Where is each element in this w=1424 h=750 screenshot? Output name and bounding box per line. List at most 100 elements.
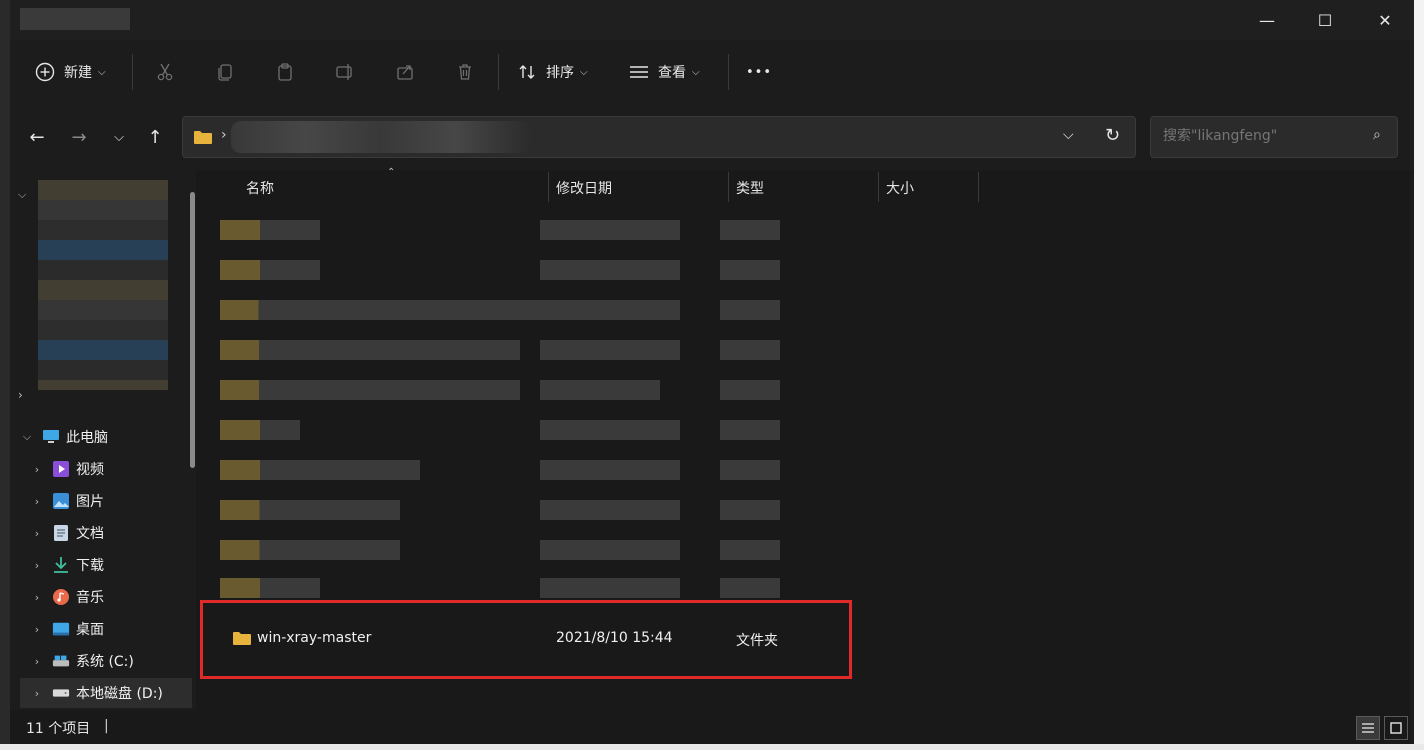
pinned-items-blurred	[38, 180, 168, 390]
view-lines-icon	[628, 61, 650, 83]
paste-button[interactable]	[270, 57, 300, 87]
sidebar-item-drive-d[interactable]: › 本地磁盘 (D:)	[20, 678, 192, 708]
command-bar: 新建 ⌵ 排序 ⌵ 查看 ⌵ •••	[10, 40, 1414, 104]
trash-icon	[459, 64, 471, 80]
arrow-up-icon: ↑	[147, 126, 163, 148]
forward-button[interactable]: →	[64, 122, 94, 152]
sidebar-item-label: 音乐	[76, 590, 104, 606]
sort-button[interactable]: 排序 ⌵	[516, 54, 588, 90]
chevron-right-icon: ›	[34, 590, 40, 604]
chevron-right-icon: ›	[34, 654, 40, 668]
back-button[interactable]: ←	[22, 122, 52, 152]
sidebar-item-label: 桌面	[76, 622, 104, 638]
clipboard-icon	[278, 63, 292, 81]
sidebar-item-drive-c[interactable]: › 系统 (C:)	[20, 646, 192, 676]
folder-icon	[193, 129, 213, 149]
sort-label: 排序	[546, 65, 574, 81]
column-header-type[interactable]: 类型	[736, 178, 764, 198]
minimize-button[interactable]: —	[1238, 0, 1296, 40]
column-header-modified[interactable]: 修改日期	[556, 178, 612, 198]
divider	[132, 54, 133, 90]
close-button[interactable]: ✕	[1356, 0, 1414, 40]
sidebar-item-documents[interactable]: › 文档	[20, 518, 192, 548]
rename-button[interactable]	[330, 57, 360, 87]
chevron-down-icon: ⌵	[22, 430, 32, 443]
sidebar-item-label: 视频	[76, 462, 104, 478]
sidebar-item-videos[interactable]: › 视频	[20, 454, 192, 484]
background-editor-strip	[0, 0, 10, 750]
plus-circle-icon	[34, 61, 56, 83]
drive-c-icon	[52, 652, 70, 670]
documents-folder-icon	[52, 524, 70, 542]
maximize-button[interactable]: ☐	[1296, 0, 1354, 40]
copy-icon	[218, 64, 232, 81]
details-view-button[interactable]	[1356, 716, 1380, 740]
pictures-folder-icon	[52, 492, 70, 510]
search-input[interactable]	[1161, 127, 1365, 145]
sidebar-item-downloads[interactable]: › 下载	[20, 550, 192, 580]
chevron-right-icon[interactable]: ›	[18, 388, 23, 402]
chevron-down-icon: ⌵	[98, 66, 106, 78]
status-bar: 11 个项目 |	[10, 710, 1414, 744]
arrow-left-icon: ←	[29, 126, 45, 148]
sidebar-item-label: 文档	[76, 526, 104, 542]
column-header-size[interactable]: 大小	[886, 178, 914, 198]
chevron-right-icon: ›	[34, 686, 40, 700]
title-bar: — ☐ ✕	[10, 0, 1414, 40]
sidebar-item-label: 此电脑	[66, 430, 108, 446]
sidebar-item-pictures[interactable]: › 图片	[20, 486, 192, 516]
up-button[interactable]: ↑	[140, 122, 170, 152]
item-count: 11 个项目	[26, 721, 91, 737]
sidebar-item-music[interactable]: › 音乐	[20, 582, 192, 612]
large-icons-view-button[interactable]	[1384, 716, 1408, 740]
details-view-icon	[1362, 723, 1374, 733]
view-button[interactable]: 查看 ⌵	[628, 54, 700, 90]
copy-button[interactable]	[210, 57, 240, 87]
chevron-down-icon: ⌵	[1063, 127, 1074, 143]
background-right-strip	[1414, 0, 1424, 750]
window-title-blurred	[20, 8, 130, 30]
column-divider[interactable]	[728, 172, 729, 202]
share-button[interactable]	[390, 57, 420, 87]
search-box[interactable]: ⌕	[1150, 116, 1398, 158]
more-options-button[interactable]: •••	[746, 54, 772, 90]
column-divider[interactable]	[978, 172, 979, 202]
status-separator: |	[104, 718, 109, 734]
large-icons-view-icon	[1390, 722, 1402, 734]
sidebar-item-label: 系统 (C:)	[76, 654, 134, 670]
column-header-name[interactable]: 名称	[246, 178, 274, 198]
refresh-button[interactable]: ↻	[1105, 125, 1120, 146]
column-divider[interactable]	[548, 172, 549, 202]
arrow-right-icon: →	[71, 126, 87, 148]
video-folder-icon	[52, 460, 70, 478]
recent-locations-button[interactable]: ⌵	[104, 122, 134, 152]
path-separator: ›	[221, 127, 227, 143]
sidebar-item-desktop[interactable]: › 桌面	[20, 614, 192, 644]
cut-button[interactable]	[150, 57, 180, 87]
address-history-button[interactable]: ⌵	[1063, 127, 1074, 143]
sidebar-scrollbar[interactable]	[190, 192, 195, 468]
scissors-icon	[157, 63, 173, 81]
address-bar[interactable]: › ⌵ ↻	[182, 116, 1136, 158]
chevron-down-icon[interactable]: ⌵	[18, 188, 26, 202]
close-icon: ✕	[1378, 10, 1392, 30]
delete-button[interactable]	[450, 57, 480, 87]
search-icon[interactable]: ⌕	[1373, 127, 1381, 143]
share-icon	[397, 65, 413, 80]
column-divider[interactable]	[878, 172, 879, 202]
navigation-pane: ⌵ › ⌵ 此电脑 › 视频 › 图片 › 文档 › 下载 › 音乐 › 桌面 …	[10, 170, 196, 710]
chevron-right-icon: ›	[34, 494, 40, 508]
divider	[728, 54, 729, 90]
sidebar-item-label: 下载	[76, 558, 104, 574]
chevron-right-icon: ›	[34, 526, 40, 540]
background-bottom-strip	[0, 744, 1424, 750]
sort-ascending-icon: ⌃	[387, 167, 396, 178]
rename-icon	[336, 64, 352, 80]
sidebar-item-this-pc[interactable]: ⌵ 此电脑	[10, 422, 182, 452]
new-button[interactable]: 新建 ⌵	[34, 54, 106, 90]
divider	[498, 54, 499, 90]
new-label: 新建	[64, 65, 92, 81]
chevron-right-icon: ›	[34, 558, 40, 572]
chevron-down-icon: ⌵	[114, 129, 124, 145]
view-label: 查看	[658, 65, 686, 81]
